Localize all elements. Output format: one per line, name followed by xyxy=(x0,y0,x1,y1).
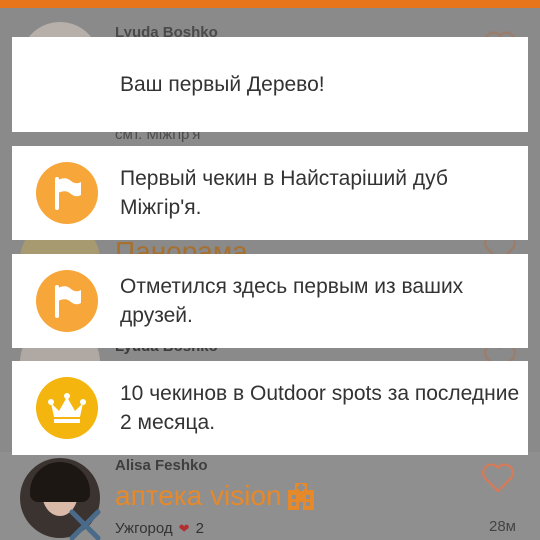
feed-city: Ужгород xyxy=(115,520,173,537)
feed-user-name[interactable]: Alisa Feshko xyxy=(115,457,208,474)
flag-icon xyxy=(36,270,98,332)
notification-text: 10 чекинов в Outdoor spots за последние … xyxy=(120,382,520,434)
crown-icon xyxy=(36,377,98,439)
top-bar xyxy=(0,0,540,8)
feed-item-alisa[interactable]: Alisa Feshko аптека vision Ужгород ❤ 2 2… xyxy=(0,452,540,540)
notification-text: Отметился здесь первым из ваших друзей. xyxy=(120,275,464,327)
cutlery-icon xyxy=(69,509,101,540)
notification-card[interactable]: 10 чекинов в Outdoor spots за последние … xyxy=(12,361,528,455)
notification-text: Ваш первый Дерево! xyxy=(120,73,325,96)
hospital-icon xyxy=(287,483,314,510)
notification-card[interactable]: Отметился здесь первым из ваших друзей. xyxy=(12,254,528,348)
flag-icon xyxy=(36,162,98,224)
heart-icon[interactable] xyxy=(480,462,516,494)
notification-text: Первый чекин в Найстаріший дуб Міжгір'я. xyxy=(120,167,448,219)
distance-label: 28м xyxy=(489,518,516,535)
heart-small-icon: ❤ xyxy=(178,520,190,536)
notification-card[interactable]: Ваш первый Дерево! xyxy=(12,37,528,132)
notification-card[interactable]: Первый чекин в Найстаріший дуб Міжгір'я. xyxy=(12,146,528,240)
like-count: 2 xyxy=(195,520,204,537)
feed-venue-name[interactable]: аптека vision xyxy=(115,480,282,512)
